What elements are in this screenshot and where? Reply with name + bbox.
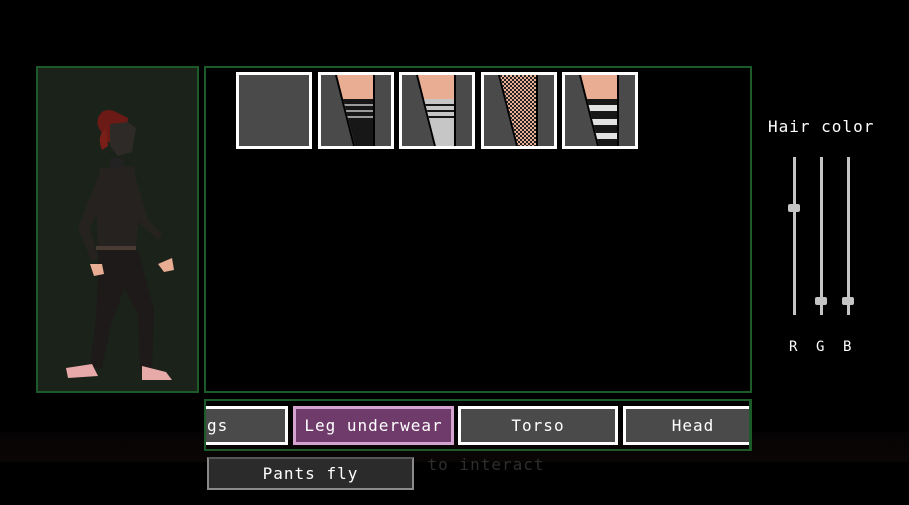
leg-thumbnail [335, 75, 375, 146]
slider-track-g[interactable] [815, 157, 827, 315]
leg-thumbnail [416, 75, 456, 146]
slider-label-b: B [843, 339, 852, 355]
tab-torso[interactable]: Torso [458, 406, 618, 445]
pants-fly-dropdown[interactable]: Pants fly [207, 457, 414, 490]
slider-label-g: G [816, 339, 825, 355]
slider-thumb-g[interactable] [815, 296, 827, 305]
tab-leg-underwear[interactable]: Leg underwear [293, 406, 454, 445]
item-grid [204, 66, 752, 393]
tab-head[interactable]: Head [623, 406, 749, 445]
item-none[interactable] [236, 72, 312, 149]
slider-label-r: R [789, 339, 798, 355]
slider-track-b[interactable] [842, 157, 854, 315]
item-black-white-striped-sock[interactable] [562, 72, 638, 149]
character-preview-panel [36, 66, 199, 393]
leg-thumbnail [239, 75, 309, 146]
item-fishnet[interactable] [481, 72, 557, 149]
leg-thumbnail [579, 75, 619, 146]
item-black-striped-sock[interactable] [318, 72, 394, 149]
character-sprite [66, 110, 174, 380]
category-tabs: gs Leg underwear Torso Head [204, 399, 752, 451]
leg-thumbnail [498, 75, 538, 146]
hair-color-title: Hair color [768, 117, 875, 136]
slider-thumb-r[interactable] [788, 203, 800, 212]
item-white-striped-sock[interactable] [399, 72, 475, 149]
slider-thumb-b[interactable] [842, 296, 854, 305]
slider-track-r[interactable] [788, 157, 800, 315]
tab-legs[interactable]: gs [206, 406, 288, 445]
